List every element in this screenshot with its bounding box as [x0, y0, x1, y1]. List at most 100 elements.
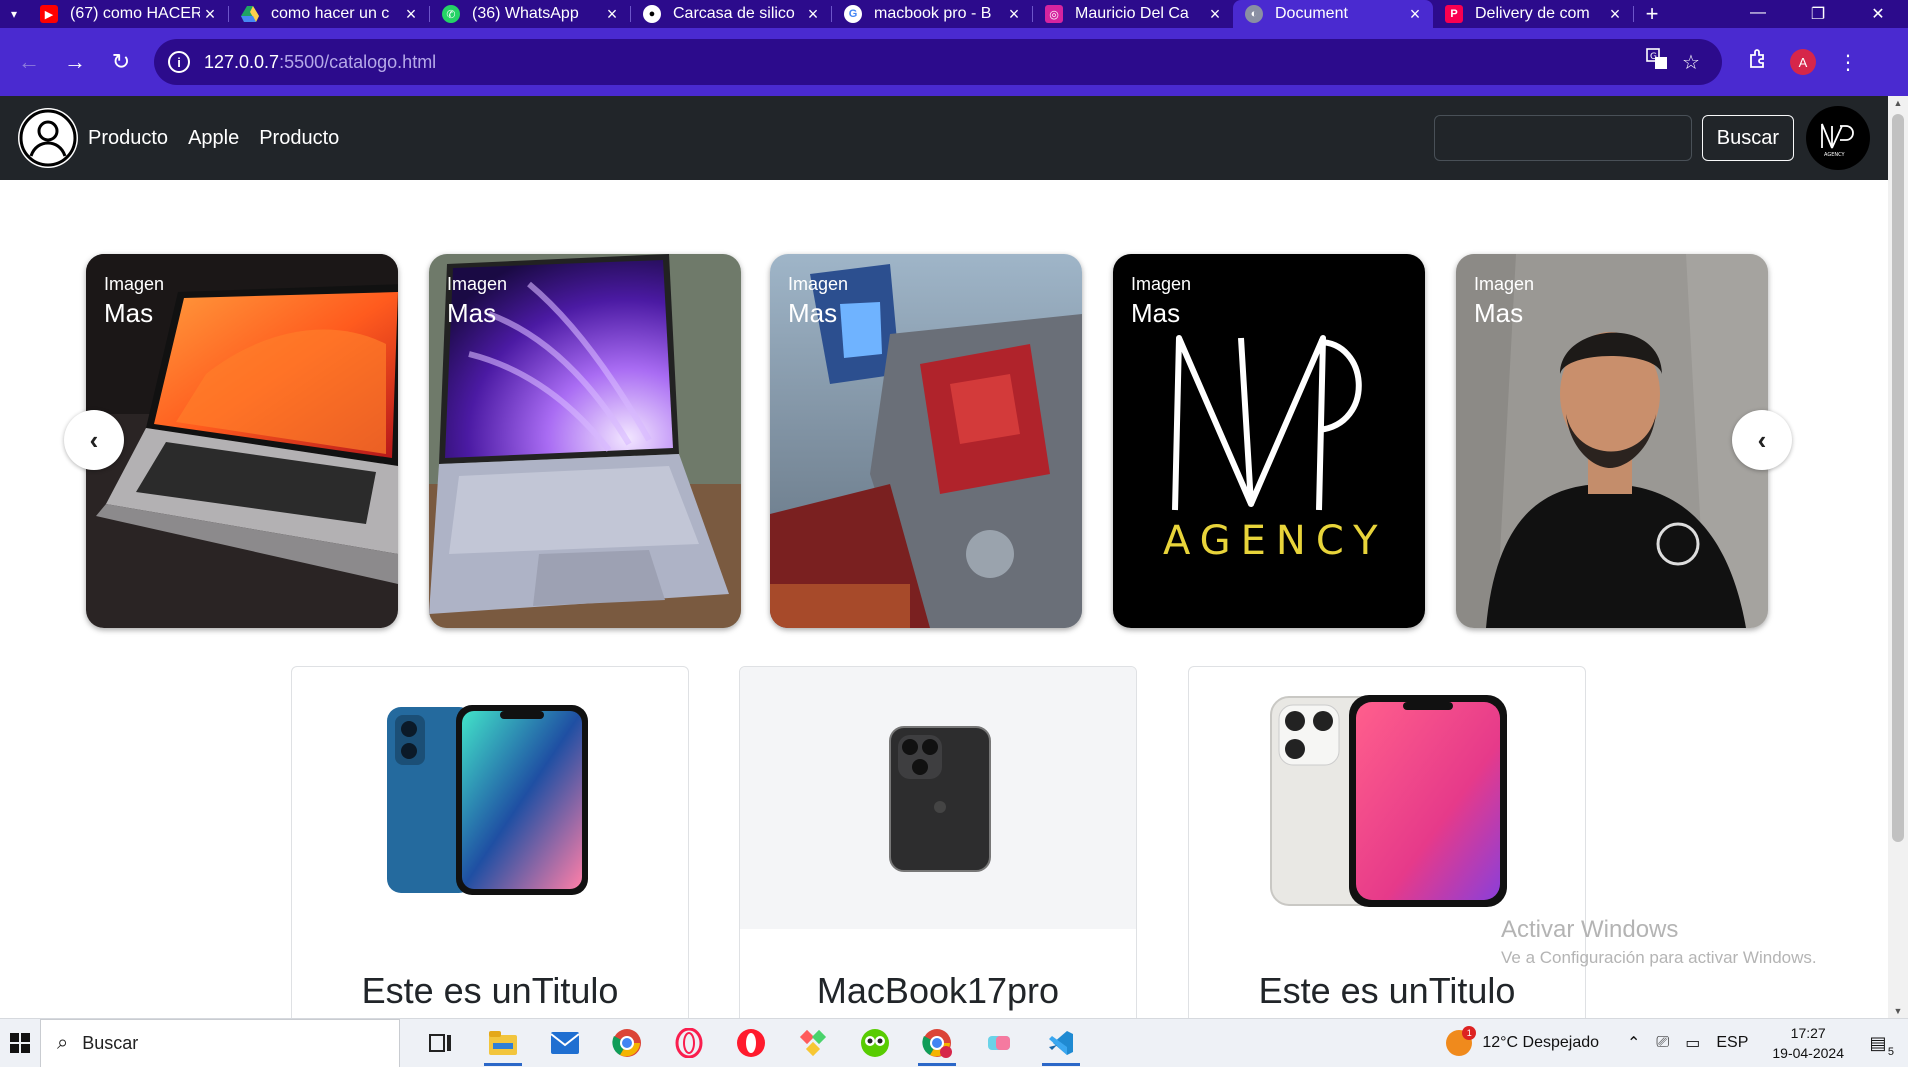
notifications-icon[interactable]: ▤ 5 [1860, 1033, 1896, 1058]
tab-title: (36) WhatsApp [472, 5, 579, 22]
tab-title: Carcasa de silico [673, 5, 795, 22]
site-info-icon[interactable]: i [168, 51, 190, 73]
clock-time: 17:27 [1790, 1025, 1826, 1041]
vscode-icon[interactable] [1030, 1019, 1092, 1067]
file-explorer-icon[interactable] [472, 1019, 534, 1067]
apple-icon: ● [643, 5, 661, 23]
image-carousel: Imagen Mas Imagen Mas Imagen Mas AGENCY … [64, 254, 1792, 628]
agency-logo-text: AGENCY [1163, 518, 1388, 564]
profile-avatar[interactable]: A [1790, 49, 1816, 75]
tab-close-icon[interactable]: × [1004, 4, 1024, 25]
carousel-card-laptop-purple[interactable]: Imagen Mas [429, 254, 741, 628]
tab-close-icon[interactable]: × [1605, 4, 1625, 25]
tab-title: Document [1275, 5, 1348, 22]
taskbar-apps [410, 1019, 1092, 1067]
opera-gx-icon[interactable] [658, 1019, 720, 1067]
weather-text[interactable]: 12°C Despejado [1482, 1034, 1599, 1052]
tab-close-icon[interactable]: × [803, 4, 823, 25]
chevron-up-icon[interactable]: ⌃ [1627, 1033, 1640, 1053]
page-scrollbar[interactable]: ▲ ▼ [1888, 96, 1908, 1018]
mail-icon[interactable] [534, 1019, 596, 1067]
tab-instagram[interactable]: ◎ Mauricio Del Ca × [1033, 0, 1233, 28]
chrome-icon[interactable] [596, 1019, 658, 1067]
product-image [1189, 667, 1585, 929]
tab-google[interactable]: G macbook pro - B × [832, 0, 1032, 28]
scroll-down-icon[interactable]: ▼ [1888, 1006, 1908, 1016]
extensions-icon[interactable] [1736, 49, 1780, 75]
tab-title: Delivery de com [1475, 5, 1590, 22]
card-caption-small: Imagen [1474, 274, 1535, 294]
card-caption-big: Mas [1474, 298, 1524, 328]
taskbar-search[interactable]: ⌕ Buscar [40, 1018, 400, 1067]
tab-close-icon[interactable]: × [1205, 4, 1225, 25]
nav-link-producto[interactable]: Producto [88, 127, 168, 150]
activate-windows-title: Activar Windows [1501, 916, 1679, 943]
translate-icon[interactable]: G [1640, 48, 1674, 76]
multicolor-app-icon[interactable] [782, 1019, 844, 1067]
carousel-card-laptop-orange[interactable]: Imagen Mas [86, 254, 398, 628]
minimize-icon[interactable]: — [1728, 4, 1788, 24]
nav-link-apple[interactable]: Apple [188, 127, 239, 150]
tab-close-icon[interactable]: × [401, 4, 421, 25]
user-icon[interactable] [18, 108, 78, 168]
window-controls: — ❐ ✕ [1728, 4, 1908, 24]
tab-close-icon[interactable]: × [602, 4, 622, 25]
tab-document-active[interactable]: ◐ Document × [1233, 0, 1433, 28]
site-search: Buscar AGENCY [1433, 106, 1870, 170]
search-button[interactable]: Buscar [1701, 115, 1794, 161]
product-card[interactable]: MacBook17pro [739, 666, 1137, 1018]
nav-link-producto-2[interactable]: Producto [259, 127, 339, 150]
kebab-menu-icon[interactable]: ⋮ [1826, 50, 1870, 75]
back-arrow-icon[interactable]: ← [6, 39, 52, 85]
brand-logo-text: AGENCY [1824, 152, 1846, 158]
site-navbar: Producto Apple Producto Buscar AGENCY [0, 96, 1888, 180]
nav-links: Producto Apple Producto [88, 127, 359, 150]
globe-icon: ◐ [1245, 5, 1263, 23]
clock[interactable]: 17:27 19-04-2024 [1772, 1023, 1844, 1063]
tab-search-icon[interactable]: ▾ [0, 0, 28, 28]
tab-youtube[interactable]: ▶ (67) como HACER × [28, 0, 228, 28]
tab-close-icon[interactable]: × [1405, 4, 1425, 25]
tab-apple[interactable]: ● Carcasa de silico × [631, 0, 831, 28]
pedidosya-icon: P [1445, 5, 1463, 23]
reload-icon[interactable]: ↻ [98, 39, 144, 85]
task-view-icon[interactable] [410, 1019, 472, 1067]
carousel-next-icon[interactable]: ‹ [1732, 410, 1792, 470]
instagram-icon: ◎ [1045, 5, 1063, 23]
battery-icon[interactable]: ▭ [1685, 1033, 1700, 1053]
carousel-prev-icon[interactable]: ‹ [64, 410, 124, 470]
address-bar[interactable]: i 127.0.0.7:5500/catalogo.html G ☆ [154, 39, 1722, 85]
product-title: MacBook17pro [816, 970, 1060, 1011]
meet-icon[interactable]: ⎚ [1656, 1034, 1669, 1052]
restore-icon[interactable]: ❐ [1788, 4, 1848, 24]
tab-title: macbook pro - B [874, 5, 992, 22]
carousel-card-agency[interactable]: AGENCY Imagen Mas [1113, 254, 1425, 628]
pastel-app-icon[interactable] [968, 1019, 1030, 1067]
scroll-thumb[interactable] [1892, 114, 1904, 842]
tab-drive[interactable]: como hacer un c × [229, 0, 429, 28]
windows-taskbar: ⌕ Buscar 1 12°C Despejado ⌃ ⎚ ▭ ESP 17:2… [0, 1018, 1908, 1067]
card-caption-big: Mas [788, 298, 838, 328]
chrome-profile-icon[interactable] [906, 1019, 968, 1067]
duolingo-icon[interactable] [844, 1019, 906, 1067]
taskbar-search-placeholder: Buscar [82, 1032, 139, 1053]
search-input[interactable] [1433, 115, 1692, 161]
opera-icon[interactable] [720, 1019, 782, 1067]
language-indicator[interactable]: ESP [1716, 1034, 1748, 1052]
brand-logo[interactable]: AGENCY [1806, 106, 1870, 170]
product-card[interactable]: Este es unTitulo [291, 666, 689, 1018]
carousel-card-portrait[interactable]: Imagen Mas [1456, 254, 1768, 628]
weather-icon[interactable]: 1 [1446, 1026, 1477, 1056]
carousel-card-robot[interactable]: Imagen Mas [770, 254, 1082, 628]
scroll-up-icon[interactable]: ▲ [1888, 98, 1908, 108]
forward-arrow-icon[interactable]: → [52, 39, 98, 85]
tab-close-icon[interactable]: × [200, 4, 220, 25]
bookmark-star-icon[interactable]: ☆ [1674, 50, 1708, 75]
card-caption-big: Mas [447, 298, 497, 328]
tab-pedidosya[interactable]: P Delivery de com × [1433, 0, 1633, 28]
card-caption-small: Imagen [788, 274, 849, 294]
tab-whatsapp[interactable]: ✆ (36) WhatsApp × [430, 0, 630, 28]
new-tab-button[interactable]: + [1634, 1, 1670, 27]
windows-start-icon[interactable] [0, 1019, 40, 1067]
close-window-icon[interactable]: ✕ [1848, 4, 1908, 24]
